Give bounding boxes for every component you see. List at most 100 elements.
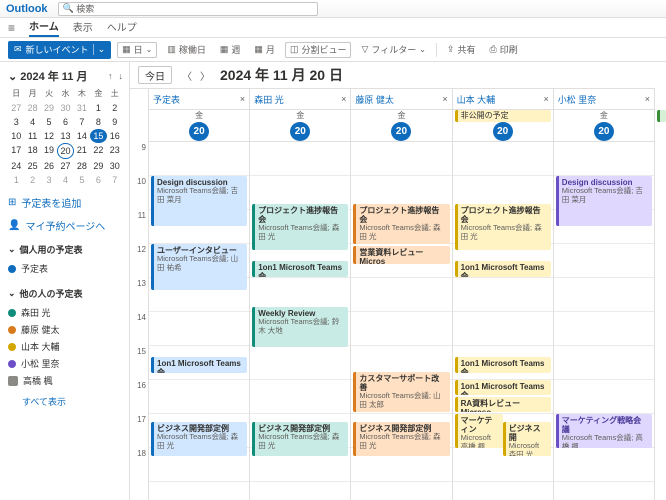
close-icon[interactable]: × bbox=[341, 94, 346, 104]
time-slot[interactable] bbox=[149, 142, 249, 176]
calendar-item-other[interactable]: 森田 光 bbox=[8, 304, 123, 321]
calendar-event[interactable]: 営業資料レビュー Micros bbox=[353, 246, 449, 264]
calendar-event[interactable]: Weekly ReviewMicrosoft Teams会議; 鈴木 大地 bbox=[252, 307, 348, 347]
calendar-event[interactable]: ユーザーインタビューMicrosoft Teams会議; 山田 祐希 bbox=[151, 244, 247, 290]
mini-day-cell[interactable]: 6 bbox=[57, 115, 73, 129]
time-slot[interactable] bbox=[554, 380, 654, 414]
mini-day-cell[interactable]: 22 bbox=[90, 143, 106, 159]
mini-day-cell[interactable]: 2 bbox=[107, 101, 123, 115]
share-button[interactable]: ⇪共有 bbox=[443, 42, 480, 57]
mini-day-cell[interactable]: 12 bbox=[41, 129, 57, 143]
calendar-event[interactable]: 1on1 Microsoft Teams会 bbox=[455, 261, 551, 277]
time-slot[interactable] bbox=[453, 278, 553, 312]
column-header[interactable]: 予定表× bbox=[149, 88, 249, 110]
allday-event[interactable]: 非公開の予定 bbox=[455, 110, 551, 122]
my-bookings-link[interactable]: 👤マイ予約ページへ bbox=[8, 218, 123, 233]
calendar-event[interactable]: 1on1 Microsoft Teams会 bbox=[455, 357, 551, 373]
column-header[interactable]: 森田 光× bbox=[250, 88, 350, 110]
close-icon[interactable]: × bbox=[240, 94, 245, 104]
print-button[interactable]: ⎙印刷 bbox=[485, 42, 521, 57]
time-slot[interactable] bbox=[149, 380, 249, 414]
time-slot[interactable] bbox=[554, 278, 654, 312]
mini-day-cell[interactable]: 20 bbox=[57, 143, 73, 159]
mini-day-cell[interactable]: 30 bbox=[57, 101, 73, 115]
time-slot[interactable] bbox=[554, 312, 654, 346]
today-button[interactable]: 今日 bbox=[138, 66, 172, 84]
chevron-down-icon[interactable]: ⌄ bbox=[93, 44, 106, 55]
calendar-event[interactable]: ビジネス開発部定例Microsoft Teams会議; 森田 光 bbox=[151, 422, 247, 456]
calendar-event[interactable]: RA資料レビュー Microso bbox=[455, 397, 551, 412]
calendar-event[interactable]: 1on1 Microsoft Teams会 bbox=[151, 357, 247, 373]
mini-day-cell[interactable]: 31 bbox=[74, 101, 90, 115]
mini-month-label[interactable]: ⌄2024 年 11 月 bbox=[8, 68, 88, 84]
calendar-event[interactable]: Design discussionMicrosoft Teams会議; 吉田 菜… bbox=[151, 176, 247, 226]
calendar-event[interactable]: Design discussionMicrosoft Teams会議; 吉田 菜… bbox=[556, 176, 652, 226]
add-calendar-link[interactable]: ⊞予定表を追加 bbox=[8, 195, 123, 210]
calendar-item-other[interactable]: 藤原 健太 bbox=[8, 321, 123, 338]
mini-day-cell[interactable]: 8 bbox=[90, 115, 106, 129]
mini-day-cell[interactable]: 17 bbox=[8, 143, 24, 159]
time-slots[interactable]: プロジェクト進捗報告会Microsoft Teams会議; 森田 光 1on1 M… bbox=[453, 142, 553, 482]
time-slots[interactable]: プロジェクト進捗報告会Microsoft Teams会議; 森田 光 1on1 M… bbox=[250, 142, 350, 482]
mini-day-cell[interactable]: 30 bbox=[107, 159, 123, 173]
show-all-calendars-link[interactable]: すべて表示 bbox=[22, 395, 123, 408]
day-number[interactable]: 20 bbox=[391, 122, 411, 141]
mini-day-cell[interactable]: 3 bbox=[8, 115, 24, 129]
mini-day-cell[interactable]: 29 bbox=[41, 101, 57, 115]
calendar-event[interactable]: マーケティンMicrosoft 高橋 楓 bbox=[455, 414, 503, 448]
next-day-button[interactable]: 〉 bbox=[200, 68, 210, 83]
time-slots[interactable]: Design discussionMicrosoft Teams会議; 吉田 菜… bbox=[554, 142, 654, 482]
mini-day-cell[interactable]: 21 bbox=[74, 143, 90, 159]
filter-button[interactable]: ▽フィルター⌄ bbox=[357, 42, 429, 57]
day-number[interactable]: 20 bbox=[493, 122, 513, 141]
time-slot[interactable] bbox=[250, 346, 350, 380]
next-month-button[interactable]: ↓ bbox=[119, 71, 124, 81]
mini-day-cell[interactable]: 6 bbox=[90, 173, 106, 187]
others-calendars-header[interactable]: ⌄他の人の予定表 bbox=[8, 287, 123, 300]
tab-view[interactable]: 表示 bbox=[73, 19, 93, 36]
time-slot[interactable] bbox=[554, 448, 654, 482]
mini-day-cell[interactable]: 25 bbox=[24, 159, 40, 173]
tab-home[interactable]: ホーム bbox=[29, 18, 59, 37]
column-header[interactable]: 藤原 健太× bbox=[351, 88, 451, 110]
close-icon[interactable]: × bbox=[645, 94, 650, 104]
calendar-item-other[interactable]: 山本 大輔 bbox=[8, 338, 123, 355]
mini-day-cell[interactable]: 11 bbox=[24, 129, 40, 143]
mini-day-cell[interactable]: 5 bbox=[41, 115, 57, 129]
close-icon[interactable]: × bbox=[544, 94, 549, 104]
calendar-event[interactable]: 1on1 Microsoft Teams会 bbox=[252, 261, 348, 277]
mini-day-cell[interactable]: 15 bbox=[90, 129, 106, 143]
mini-day-cell[interactable]: 13 bbox=[57, 129, 73, 143]
mini-day-cell[interactable]: 3 bbox=[41, 173, 57, 187]
day-number[interactable]: 20 bbox=[189, 122, 209, 141]
mini-day-cell[interactable]: 28 bbox=[24, 101, 40, 115]
view-month-button[interactable]: ▦月 bbox=[250, 42, 279, 57]
split-view-button[interactable]: ◫分割ビュー bbox=[285, 42, 352, 58]
mini-day-cell[interactable]: 1 bbox=[8, 173, 24, 187]
calendar-event[interactable]: プロジェクト進捗報告会Microsoft Teams会議; 森田 光 bbox=[353, 204, 449, 244]
view-workweek-button[interactable]: ▥稼働日 bbox=[163, 42, 210, 57]
calendar-item-other[interactable]: 小松 里奈 bbox=[8, 355, 123, 372]
mini-day-cell[interactable]: 19 bbox=[41, 143, 57, 159]
personal-calendars-header[interactable]: ⌄個人用の予定表 bbox=[8, 243, 123, 256]
day-number[interactable]: 20 bbox=[594, 122, 614, 141]
mini-day-cell[interactable]: 14 bbox=[74, 129, 90, 143]
mini-calendar[interactable]: 2728293031123456789101112131415161718192… bbox=[8, 101, 123, 187]
time-slot[interactable] bbox=[250, 142, 350, 176]
search-input[interactable]: 🔍 検索 bbox=[58, 2, 318, 16]
mini-day-cell[interactable]: 1 bbox=[90, 101, 106, 115]
calendar-event[interactable]: カスタマーサポート改善Microsoft Teams会議; 山田 太郎 bbox=[353, 372, 449, 412]
mini-day-cell[interactable]: 29 bbox=[90, 159, 106, 173]
calendar-item-personal[interactable]: 予定表 bbox=[8, 260, 123, 277]
time-slot[interactable] bbox=[554, 142, 654, 176]
column-header[interactable]: 山本 大輔× bbox=[453, 88, 553, 110]
view-week-button[interactable]: ▦週 bbox=[216, 42, 245, 57]
calendar-event[interactable]: プロジェクト進捗報告会Microsoft Teams会議; 森田 光 bbox=[455, 204, 551, 250]
calendar-event[interactable]: プロジェクト進捗報告会Microsoft Teams会議; 森田 光 bbox=[252, 204, 348, 250]
mini-day-cell[interactable]: 10 bbox=[8, 129, 24, 143]
time-slot[interactable] bbox=[351, 278, 451, 312]
time-slot[interactable] bbox=[554, 244, 654, 278]
calendar-item-other[interactable]: 高橋 楓 bbox=[8, 372, 123, 389]
mini-day-cell[interactable]: 4 bbox=[57, 173, 73, 187]
mini-day-cell[interactable]: 18 bbox=[24, 143, 40, 159]
